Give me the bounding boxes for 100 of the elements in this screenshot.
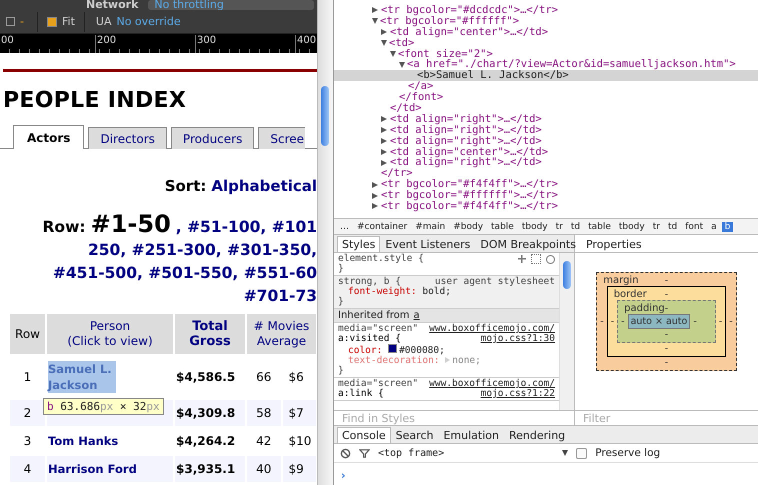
breadcrumb[interactable]: tbody: [518, 222, 551, 232]
range-links[interactable]: 250, #251-300, #301-350,: [88, 241, 318, 259]
console-tab[interactable]: Console: [337, 427, 391, 443]
range-links[interactable]: #451-500, #501-550, #551-60: [52, 264, 318, 282]
ruler-label: 300: [195, 35, 216, 53]
box-value: -: [664, 343, 668, 354]
breadcrumb[interactable]: table: [585, 222, 614, 232]
page-scrollbar[interactable]: [317, 0, 333, 485]
source-link[interactable]: www.boxofficemojo.com/: [429, 324, 555, 334]
dom-node[interactable]: <td>: [389, 38, 414, 49]
ua-value[interactable]: No override: [116, 15, 181, 28]
screen-icon[interactable]: [6, 17, 15, 26]
console-tab[interactable]: Search: [390, 427, 438, 443]
box-label: padding: [624, 303, 665, 314]
breadcrumb[interactable]: #container: [354, 222, 410, 232]
breadcrumb[interactable]: tr: [552, 222, 566, 232]
ruler-label: 00: [0, 35, 14, 48]
source-link[interactable]: mojo.css?1:30: [480, 334, 555, 344]
box-value: -: [718, 316, 722, 327]
source-link[interactable]: mojo.css?1:22: [480, 389, 555, 399]
closing-tag: </a>: [408, 81, 434, 92]
range-links[interactable]: #701-73: [244, 287, 318, 305]
dom-node[interactable]: <a href="./chart/?view=Actor&id=samuelljackson.htm">: [407, 59, 736, 70]
rule-selector: a:visited {: [338, 334, 401, 344]
clear-icon[interactable]: [340, 448, 351, 458]
find-in-styles-field[interactable]: Find in Styles: [334, 410, 574, 425]
page-tab[interactable]: Scree: [258, 127, 306, 149]
dom-node[interactable]: <tr bgcolor="#f4f4ff">…</tr>: [381, 200, 558, 212]
rule-selector: a:link {: [338, 389, 384, 399]
breadcrumb[interactable]: #main: [412, 222, 448, 232]
box-value: -: [621, 316, 625, 327]
collapse-triangle-icon[interactable]: [372, 18, 378, 24]
preserve-log-checkbox[interactable]: [576, 448, 588, 458]
breadcrumb[interactable]: …: [337, 222, 352, 232]
table-cell: 40: [247, 456, 280, 482]
network-label: Network: [86, 0, 138, 10]
page-tab[interactable]: Directors: [88, 127, 167, 149]
dropdown-caret-icon[interactable]: [562, 450, 568, 456]
expand-triangle-icon[interactable]: [381, 29, 387, 36]
dom-node[interactable]: <td align="right">…</td>: [390, 124, 542, 136]
dom-node[interactable]: <td align="center">…</td>: [390, 146, 548, 158]
dom-node[interactable]: <font size="2">: [398, 48, 493, 60]
person-link[interactable]: Tom Hanks: [48, 434, 118, 448]
dom-node[interactable]: <tr bgcolor="#ffffff">…</tr>: [381, 190, 558, 202]
table-cell: $7: [282, 400, 316, 426]
fit-checkbox[interactable]: [46, 16, 57, 26]
ruler-label: 400: [295, 35, 316, 53]
console-prompt[interactable]: ›: [334, 463, 758, 482]
dom-node[interactable]: <tr bgcolor="#ffffff">: [380, 16, 520, 27]
closing-tag: </font>: [399, 92, 444, 104]
table-cell-text: 66: [255, 369, 272, 386]
styles-tab[interactable]: DOM Breakpoints: [475, 236, 581, 252]
source-link[interactable]: www.boxofficemojo.com/: [429, 379, 555, 389]
page-tab[interactable]: Producers: [170, 127, 254, 149]
breadcrumb[interactable]: b: [722, 222, 734, 232]
styles-scrollbar[interactable]: [559, 253, 574, 410]
console-tab[interactable]: Emulation: [438, 427, 504, 443]
dom-node[interactable]: <td align="center">…</td>: [390, 26, 548, 38]
dom-node[interactable]: <td align="right">…</td>: [390, 136, 542, 147]
styles-tab[interactable]: Event Listeners: [380, 236, 476, 252]
dom-node[interactable]: <tr bgcolor="#dcdcdc">…</tr>: [381, 4, 558, 16]
table-cell-text: $4,264.2: [175, 433, 236, 450]
inherited-element-link[interactable]: a: [414, 310, 420, 321]
styles-tab[interactable]: Styles: [337, 236, 380, 252]
filter-icon[interactable]: [359, 448, 370, 458]
column-header: Row: [10, 314, 45, 354]
range-links[interactable]: , #51-100, #101: [176, 216, 318, 239]
breadcrumb[interactable]: tbody: [616, 222, 648, 232]
table-cell-text: 42: [255, 433, 272, 450]
console-tab[interactable]: Rendering: [504, 427, 570, 443]
breadcrumb[interactable]: table: [488, 222, 517, 232]
sort-link[interactable]: Alphabetical: [211, 177, 318, 195]
table-cell: $3,935.1: [175, 456, 245, 482]
breadcrumb[interactable]: font: [682, 222, 706, 232]
color-swatch[interactable]: [388, 344, 398, 353]
row-label: Row:: [42, 217, 86, 238]
page-tab[interactable]: Actors: [13, 125, 84, 149]
box-label: margin: [603, 275, 640, 286]
breadcrumb[interactable]: #body: [450, 222, 486, 232]
dom-node[interactable]: <tr bgcolor="#f4f4ff">…</tr>: [381, 179, 558, 190]
element-size-tooltip: b 63.686px × 32px: [43, 398, 164, 415]
table-cell: $4,309.8: [175, 400, 245, 426]
filter-field[interactable]: Filter: [575, 410, 758, 425]
breadcrumb[interactable]: tr: [650, 222, 663, 232]
dom-node[interactable]: <td align="right">…</td>: [390, 157, 542, 168]
table-cell: 4: [10, 456, 45, 482]
breadcrumb[interactable]: td: [568, 222, 584, 232]
rule-close: }: [338, 264, 345, 274]
page-title: PEOPLE INDEX: [3, 88, 188, 113]
breadcrumb[interactable]: td: [664, 222, 680, 232]
dash-label: -: [20, 15, 24, 28]
box-value: -: [729, 316, 733, 327]
frame-selector[interactable]: <top frame>: [378, 448, 444, 458]
column-header: Total Gross: [175, 314, 245, 354]
breadcrumb[interactable]: a: [708, 222, 720, 232]
expand-triangle-icon[interactable]: [372, 7, 378, 14]
box-value: -: [664, 289, 668, 300]
styles-tab[interactable]: Properties: [580, 236, 647, 252]
dom-node[interactable]: <td align="right">…</td>: [390, 114, 542, 125]
closing-tag: </tr>: [381, 168, 413, 180]
